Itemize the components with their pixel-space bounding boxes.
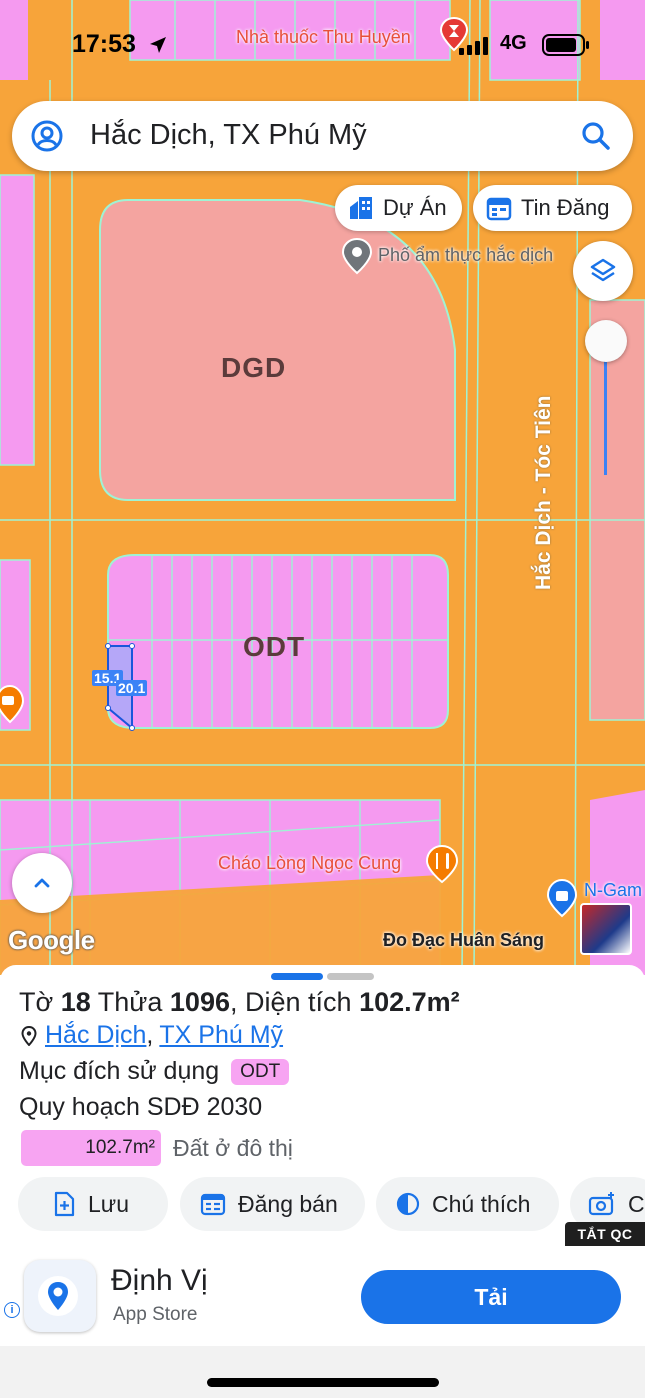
legend-button-label: Chú thích	[432, 1190, 531, 1217]
search-input[interactable]: Hắc Dịch, TX Phú Mỹ	[90, 119, 367, 152]
plan-area-row: 102.7m² Đất ở đô thị	[21, 1130, 293, 1166]
photo-button-label: C	[628, 1190, 645, 1217]
status-bar: 17:53 4G	[0, 20, 645, 68]
food-street-pin-icon[interactable]	[340, 237, 374, 275]
sheet-handle-inactive[interactable]	[327, 973, 374, 980]
post-sale-button-label: Đăng bán	[238, 1190, 338, 1217]
parcel-area: 102.7m²	[359, 987, 460, 1017]
brand-thumbnail[interactable]	[580, 903, 632, 955]
location-pin-icon	[19, 1024, 39, 1048]
hide-ads-button[interactable]: TẮT QC	[565, 1222, 645, 1246]
building-icon	[347, 194, 375, 222]
projects-chip-label: Dự Án	[383, 195, 447, 220]
listings-chip-label: Tin Đăng	[521, 195, 610, 220]
contrast-icon	[396, 1192, 420, 1216]
location-row: Hắc Dịch, TX Phú Mỹ	[19, 1021, 283, 1050]
layers-icon	[589, 257, 617, 285]
ward-link[interactable]: Hắc Dịch	[45, 1021, 146, 1050]
save-button[interactable]: Lưu	[18, 1177, 168, 1231]
listings-chip[interactable]: Tin Đăng	[473, 185, 632, 231]
cafe-pin-icon[interactable]	[0, 684, 26, 724]
camera-add-icon	[588, 1191, 616, 1217]
opacity-slider-handle[interactable]	[585, 320, 627, 362]
post-sale-button[interactable]: Đăng bán	[180, 1177, 365, 1231]
ad-app-name: Định Vị	[111, 1264, 208, 1297]
restaurant-pin-icon[interactable]	[424, 844, 460, 884]
zone-label-dgd: DGD	[221, 352, 287, 383]
ad-banner[interactable]: i Định Vị App Store Tải	[0, 1246, 645, 1346]
zone-label-odt: ODT	[243, 631, 306, 662]
sheet-number: 18	[60, 987, 91, 1017]
home-indicator[interactable]	[207, 1378, 439, 1387]
land-use-row: Mục đích sử dụng ODT	[19, 1057, 290, 1086]
brand-label: Đo Đạc Huân Sáng	[383, 930, 545, 950]
poi-game-shop-label[interactable]: N-Gam	[584, 880, 642, 901]
expand-button[interactable]	[12, 853, 72, 913]
plan-area-bar: 102.7m²	[21, 1130, 161, 1166]
status-time: 17:53	[72, 30, 136, 58]
location-arrow-icon	[147, 34, 169, 56]
parcel-info-sheet: Tờ 18 Thửa 1096, Diện tích 102.7m² Hắc D…	[0, 965, 645, 1245]
plan-label: Quy hoạch SDĐ 2030	[19, 1093, 263, 1121]
parcel-title: Tờ 18 Thửa 1096, Diện tích 102.7m²	[19, 987, 460, 1017]
google-logo: Google	[8, 925, 95, 955]
ad-download-button[interactable]: Tải	[361, 1270, 621, 1324]
ad-store-label: App Store	[113, 1304, 198, 1325]
poi-restaurant-label[interactable]: Cháo Lòng Ngọc Cung	[218, 853, 401, 874]
location-pin-icon	[34, 1270, 86, 1322]
signal-icon	[458, 36, 492, 56]
sheet-prefix: Tờ	[19, 987, 54, 1017]
land-use-label: Mục đích sử dụng	[19, 1057, 220, 1085]
add-file-icon	[52, 1191, 76, 1217]
plan-area-value: 102.7m²	[85, 1137, 155, 1158]
plan-area-description: Đất ở đô thị	[173, 1134, 293, 1161]
location-separator: ,	[146, 1021, 154, 1049]
legend-button[interactable]: Chú thích	[376, 1177, 559, 1231]
ad-info-icon[interactable]: i	[4, 1302, 20, 1318]
calendar-icon	[485, 194, 513, 222]
road-label: Hắc Dịch - Tóc Tiên	[532, 395, 555, 591]
parcel-prefix: Thửa	[97, 987, 163, 1017]
search-icon[interactable]	[579, 119, 613, 153]
calendar-icon	[200, 1191, 226, 1217]
dimension-label-b: 20.1	[116, 680, 148, 696]
town-link[interactable]: TX Phú Mỹ	[159, 1021, 283, 1050]
parcel-number: 1096	[169, 987, 230, 1017]
projects-chip[interactable]: Dự Án	[335, 185, 462, 231]
sheet-handle-active[interactable]	[271, 973, 323, 980]
ad-app-icon[interactable]	[24, 1260, 96, 1332]
battery-icon	[541, 33, 591, 57]
layers-button[interactable]	[573, 241, 633, 301]
account-icon[interactable]	[30, 119, 64, 153]
search-bar[interactable]: Hắc Dịch, TX Phú Mỹ	[12, 101, 633, 171]
save-button-label: Lưu	[88, 1190, 129, 1217]
shop-pin-icon[interactable]	[545, 878, 579, 918]
chevron-up-icon	[31, 872, 53, 894]
area-prefix: Diện tích	[245, 987, 352, 1017]
network-type: 4G	[500, 32, 527, 54]
land-use-badge: ODT	[231, 1058, 290, 1085]
home-area	[0, 1346, 645, 1398]
poi-food-street-label[interactable]: Phố ẩm thực hắc dịch	[378, 245, 553, 266]
